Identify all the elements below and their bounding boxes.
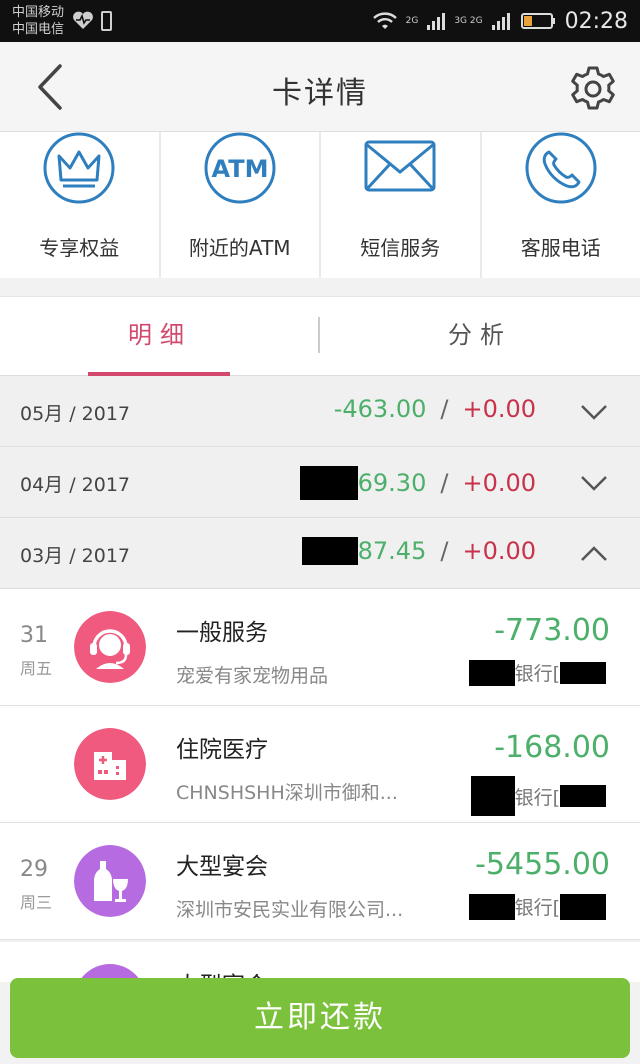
phone-icon	[525, 132, 597, 204]
transaction-amount: -773.00	[494, 613, 610, 648]
carrier-label: 中国电信	[12, 22, 65, 37]
app-header: 卡详情	[0, 42, 640, 132]
amount-separator: /	[440, 395, 449, 423]
signal-icon	[427, 13, 446, 30]
transaction-weekday: 周五	[20, 659, 53, 678]
carrier-label: 中国移动	[12, 5, 65, 20]
transaction-bank: 银行[	[470, 776, 606, 816]
transaction-row-partial[interactable]: 大型宴会	[0, 942, 640, 982]
month-expense: 69.30	[357, 469, 427, 497]
month-amounts: 69.30 / +0.00	[299, 466, 536, 500]
clock: 02:28	[564, 8, 628, 34]
redacted-block	[560, 893, 606, 920]
bank-label: 银行[	[514, 663, 560, 685]
transaction-merchant: CHNSHSHH深圳市御和...	[176, 782, 398, 804]
tab-bar: 明细 分析	[0, 296, 640, 376]
battery-icon	[520, 13, 555, 29]
network-type: 3G 2G	[454, 15, 483, 26]
redacted-block	[560, 661, 606, 684]
transaction-list: 31 周五 一般服务 宠爱有家宠物用品 -773.00 银行[住院医疗 CHN…	[0, 589, 640, 940]
transaction-category: 一般服务	[176, 620, 268, 646]
month-income: +0.00	[462, 395, 536, 423]
month-amounts: -463.00 / +0.00	[334, 395, 536, 423]
carrier-info: 中国移动 中国电信	[12, 4, 64, 38]
amount-separator: /	[440, 469, 449, 497]
month-label: 04月 / 2017	[20, 474, 131, 496]
bank-label: 银行[	[514, 897, 560, 919]
month-expense: -463.00	[333, 395, 427, 423]
signal-icon	[491, 13, 510, 30]
atm-icon-text: ATM	[211, 155, 268, 183]
month-amounts: 87.45 / +0.00	[301, 537, 536, 565]
transaction-day: 31	[20, 623, 48, 648]
action-label: 短信服务	[360, 236, 441, 260]
amount-separator: /	[440, 537, 449, 565]
transaction-bank: 银行[	[468, 893, 606, 920]
action-nearby-atm[interactable]: ATM 附近的ATM	[160, 132, 321, 278]
battery-saver-icon	[101, 11, 112, 31]
redacted-block	[301, 537, 358, 565]
bank-label: 银行[	[514, 786, 560, 809]
transaction-merchant: 宠爱有家宠物用品	[176, 665, 329, 687]
active-tab-indicator	[88, 372, 230, 376]
redacted-block	[560, 785, 606, 807]
transaction-amount: -168.00	[494, 730, 610, 765]
month-income: +0.00	[462, 469, 536, 497]
transaction-weekday: 周三	[20, 893, 53, 912]
transaction-row[interactable]: 住院医疗 CHNSHSHH深圳市御和... -168.00 银行[	[0, 706, 640, 823]
month-row-april[interactable]: 04月 / 2017 69.30 / +0.00	[0, 448, 640, 518]
action-sms-service[interactable]: 短信服务	[321, 132, 482, 278]
status-right: 2G 3G 2G 02:28	[372, 8, 628, 34]
action-label: 专享权益	[39, 236, 120, 260]
redacted-block	[468, 659, 515, 686]
wine-icon	[74, 845, 146, 917]
month-row-may[interactable]: 05月 / 2017 -463.00 / +0.00	[0, 377, 640, 447]
month-row-march[interactable]: 03月 / 2017 87.45 / +0.00	[0, 519, 640, 589]
transaction-row[interactable]: 29 周三 大型宴会 深圳市安民实业有限公司... -5455.00 银行[	[0, 823, 640, 940]
chevron-down-icon[interactable]	[580, 472, 608, 494]
crown-icon	[43, 132, 115, 204]
transaction-category: 大型宴会	[176, 854, 268, 880]
chevron-down-icon[interactable]	[580, 401, 608, 423]
transaction-category: 住院医疗	[176, 737, 268, 763]
month-label: 03月 / 2017	[20, 545, 131, 567]
quick-actions: 专享权益 ATM 附近的ATM 短信服务 客服电话	[0, 132, 640, 278]
envelope-icon	[364, 140, 436, 192]
redacted-block	[299, 466, 358, 500]
wifi-icon	[372, 12, 397, 29]
transaction-bank: 银行[	[468, 659, 606, 686]
chevron-up-icon[interactable]	[580, 543, 608, 565]
action-label: 客服电话	[520, 236, 601, 260]
transaction-merchant: 深圳市安民实业有限公司...	[176, 899, 404, 921]
headset-icon	[74, 611, 146, 683]
transaction-amount: -5455.00	[475, 847, 610, 882]
page-title: 卡详情	[272, 76, 368, 111]
action-exclusive-benefits[interactable]: 专享权益	[0, 132, 161, 278]
heart-icon	[73, 11, 93, 29]
redacted-block	[470, 776, 515, 816]
tab-detail[interactable]: 明细	[0, 297, 320, 377]
hospital-icon	[74, 728, 146, 800]
network-type: 2G	[405, 15, 419, 26]
transaction-day: 29	[20, 857, 48, 882]
month-label: 05月 / 2017	[20, 403, 131, 425]
repay-now-button[interactable]: 立即还款	[10, 978, 630, 1058]
atm-icon: ATM	[204, 132, 276, 204]
settings-gear-icon[interactable]	[564, 58, 622, 116]
tab-analysis[interactable]: 分析	[320, 297, 640, 377]
redacted-block	[468, 893, 515, 920]
transaction-row[interactable]: 31 周五 一般服务 宠爱有家宠物用品 -773.00 银行[	[0, 589, 640, 706]
month-income: +0.00	[462, 537, 536, 565]
month-expense: 87.45	[357, 537, 427, 565]
status-bar: 中国移动 中国电信 2G 3G 2G 02:28	[0, 0, 640, 42]
action-customer-phone[interactable]: 客服电话	[481, 132, 640, 278]
action-label: 附近的ATM	[188, 236, 291, 260]
